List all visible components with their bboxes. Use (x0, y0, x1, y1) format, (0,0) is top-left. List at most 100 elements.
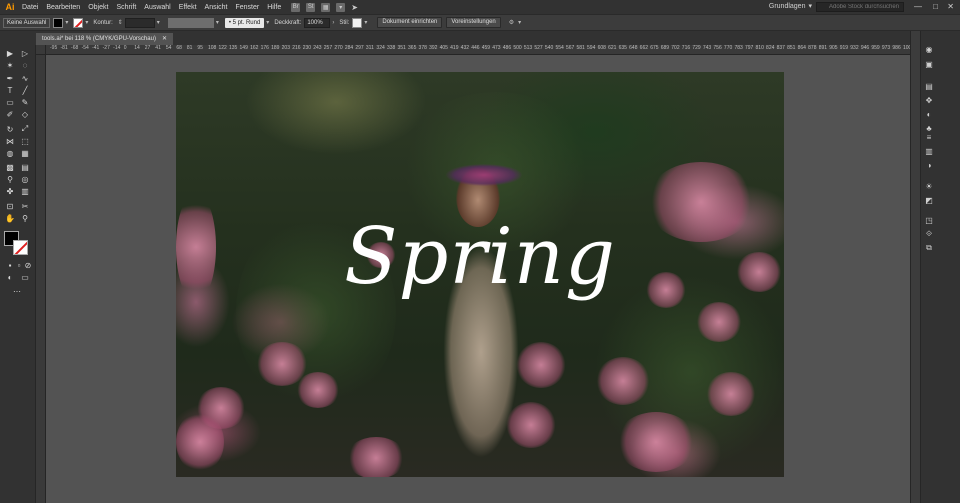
color-icon[interactable]: ◐ (922, 108, 936, 120)
eraser-tool-icon[interactable]: ◇ (18, 108, 32, 120)
graph-tool-icon[interactable]: ▥ (18, 185, 32, 197)
stroke-color-box[interactable] (13, 240, 28, 255)
variable-width-profile[interactable] (167, 17, 214, 28)
shaper-tool-icon[interactable]: ✐ (3, 108, 17, 120)
fill-swatch[interactable] (53, 17, 64, 28)
stock-search-input[interactable] (816, 2, 904, 12)
appearance-icon[interactable]: ☀ (922, 180, 936, 192)
ruler-tick-label: 959 (871, 45, 880, 51)
stock-icon[interactable]: St (306, 2, 316, 12)
perspective-grid-tool-icon[interactable]: ▦ (18, 147, 32, 159)
curvature-tool-icon[interactable]: ∿ (18, 72, 32, 84)
image-trace-icon[interactable]: ▤ (922, 80, 936, 92)
selection-tool-icon[interactable]: ▶ (3, 47, 17, 59)
ruler-tick-label: 540 (544, 45, 554, 51)
screen-mode-icon[interactable]: ▭ (18, 271, 32, 283)
width-tool-icon[interactable]: ⋈ (3, 135, 17, 147)
opacity-field[interactable]: 100% (304, 17, 331, 28)
line-tool-icon[interactable]: ╱ (18, 84, 32, 96)
preferences-button[interactable]: Voreinstellungen (446, 17, 501, 28)
blend-tool-icon[interactable]: ◎ (18, 173, 32, 185)
document-tab[interactable]: tools.ai* bei 118 % (CMYK/GPU-Vorschau) … (36, 33, 173, 45)
bridge-icon[interactable]: Br (291, 2, 301, 12)
arrange-documents-icon[interactable]: ⚙ (507, 19, 516, 26)
horizontal-ruler[interactable]: -95 -81 -68 -54 -41 -27 -14 0 14 27 41 54 68 81 95 108 1… (36, 45, 910, 55)
color-guide-icon[interactable]: ◉ (922, 43, 936, 55)
transparency-icon[interactable]: ◑ (922, 159, 936, 171)
shape-builder-tool-icon[interactable]: ◍ (3, 147, 17, 159)
rose (596, 357, 650, 405)
chevron-down-icon[interactable]: ▾ (214, 19, 221, 26)
slice-tool-icon[interactable]: ✂ (18, 200, 32, 212)
close-icon[interactable]: ✕ (162, 33, 167, 45)
ruler-tick-label: 203 (281, 45, 290, 51)
direct-selection-tool-icon[interactable]: ▷ (18, 47, 32, 59)
mesh-tool-icon[interactable]: ▩ (3, 161, 17, 173)
maximize-icon[interactable]: □ (933, 2, 938, 11)
menu-bearbeiten[interactable]: Bearbeiten (42, 4, 84, 11)
chevron-down-icon[interactable]: ▾ (83, 19, 90, 26)
zoom-tool-icon[interactable]: ⚲ (18, 212, 32, 224)
menu-fenster[interactable]: Fenster (232, 4, 264, 11)
menu-objekt[interactable]: Objekt (84, 4, 112, 11)
stroke-weight-field[interactable] (124, 17, 155, 28)
stroke-icon[interactable]: ≡ (922, 131, 936, 143)
rotate-tool-icon[interactable]: ↻ (3, 123, 17, 135)
menu-schrift[interactable]: Schrift (112, 4, 140, 11)
chevron-down-icon[interactable]: ▾ (516, 19, 523, 26)
document-setup-button[interactable]: Dokument einrichten (377, 17, 443, 28)
menu-auswahl[interactable]: Auswahl (140, 4, 174, 11)
chevron-down-icon[interactable]: ▾ (155, 19, 162, 26)
stepper-icon[interactable]: ⇕ (116, 19, 125, 26)
ruler-origin[interactable] (36, 45, 46, 55)
arrange-icon[interactable]: ▾ (336, 2, 346, 12)
lasso-tool-icon[interactable]: ◌ (18, 59, 32, 71)
rose (696, 302, 742, 342)
export-icon[interactable]: ◳ (922, 214, 936, 226)
chevron-down-icon[interactable]: ▾ (264, 19, 271, 26)
rectangle-tool-icon[interactable]: ▭ (3, 96, 17, 108)
close-window-icon[interactable]: ✕ (947, 2, 954, 11)
artboards-icon[interactable]: ⧉ (922, 242, 936, 254)
ruler-tick-label: 189 (271, 45, 280, 51)
gradient-tool-icon[interactable]: ▤ (18, 161, 32, 173)
graphic-style-swatch[interactable] (352, 17, 363, 28)
magic-wand-tool-icon[interactable]: ✶ (3, 59, 17, 71)
none-mode-icon[interactable]: ⊘ (21, 259, 35, 271)
chevron-down-icon[interactable]: ▾ (362, 19, 369, 26)
menu-hilfe[interactable]: Hilfe (263, 4, 285, 11)
menu-ansicht[interactable]: Ansicht (201, 4, 232, 11)
brush-definition[interactable]: • 5 pt. Rund (224, 17, 265, 28)
ruler-tick-label: 919 (839, 45, 849, 51)
menu-effekt[interactable]: Effekt (175, 4, 201, 11)
chevron-down-icon[interactable]: ▾ (63, 19, 70, 26)
canvas[interactable]: Spring (46, 55, 910, 503)
grid-icon[interactable]: ▦ (321, 2, 331, 12)
artboard[interactable]: Spring (176, 72, 784, 477)
draw-mode-icon[interactable]: ◐ (3, 271, 17, 283)
vertical-ruler[interactable] (36, 55, 46, 503)
artboard-tool-icon[interactable]: ⊡ (3, 200, 17, 212)
spring-title-text[interactable]: Spring (176, 212, 784, 302)
ruler-tick-label: -95 (50, 45, 58, 51)
symbol-sprayer-tool-icon[interactable]: ✤ (3, 185, 17, 197)
right-scroll-strip[interactable] (910, 31, 920, 503)
brushes-icon[interactable]: ✥ (922, 94, 936, 106)
layers-icon[interactable]: ⟐ (922, 228, 936, 240)
graphic-styles-icon[interactable]: ◩ (922, 194, 936, 206)
paintbrush-tool-icon[interactable]: ✎ (18, 96, 32, 108)
libraries-icon[interactable]: ▣ (922, 58, 936, 70)
stroke-swatch[interactable] (73, 17, 84, 28)
free-transform-tool-icon[interactable]: ⬚ (18, 135, 32, 147)
workspace-switcher[interactable]: Grundlagen ▾ (769, 2, 812, 11)
edit-toolbar-icon[interactable]: ⋯ (10, 285, 24, 297)
eyedropper-tool-icon[interactable]: ⚲ (3, 173, 17, 185)
hand-tool-icon[interactable]: ✋ (3, 212, 17, 224)
gradient-panel-icon[interactable]: ▥ (922, 145, 936, 157)
type-tool-icon[interactable]: T (3, 84, 17, 96)
scale-tool-icon[interactable]: ⤢ (18, 123, 32, 135)
pen-tool-icon[interactable]: ✒ (3, 72, 17, 84)
send-icon[interactable]: ➤ (351, 3, 358, 12)
menu-datei[interactable]: Datei (18, 4, 42, 11)
minimize-icon[interactable]: — (914, 2, 922, 11)
